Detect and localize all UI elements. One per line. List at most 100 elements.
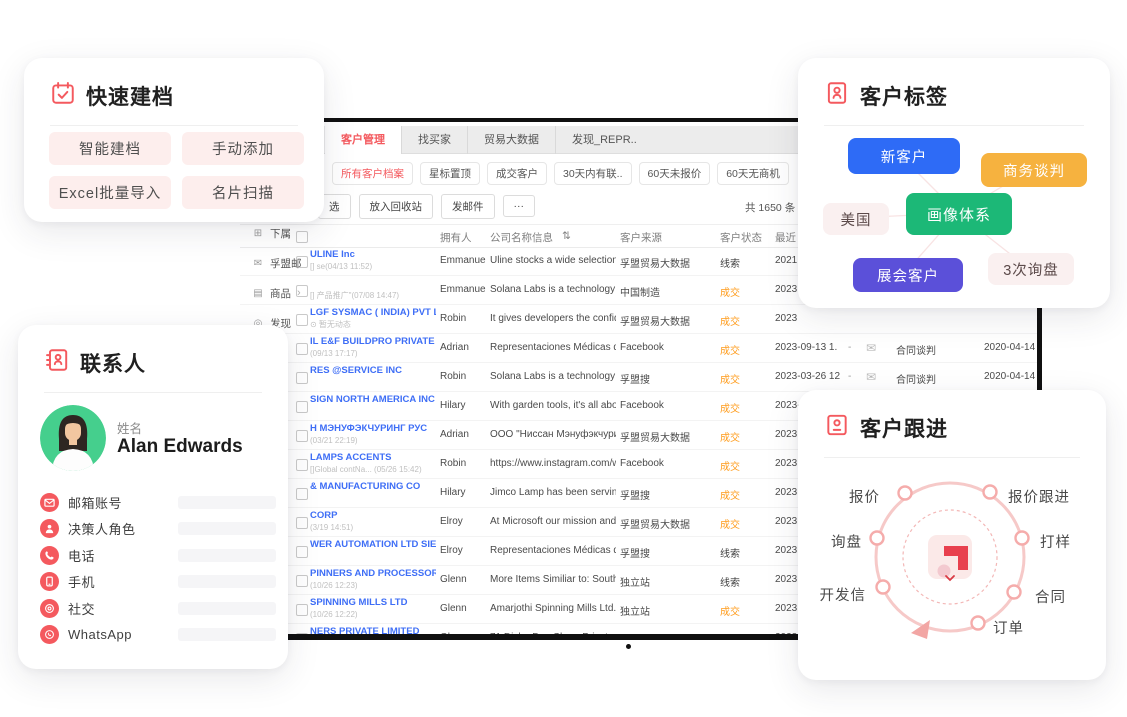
filter-tab[interactable]: 星标置顶 — [420, 162, 480, 185]
source-cell: 中国制造 — [620, 284, 716, 299]
company-info-cell: ООО "Ниссан Мэнуфэкчуринг.. — [490, 429, 616, 440]
company-link[interactable]: LGF SYSMAC ( INDIA) PVT LTD — [310, 307, 436, 319]
crm-tab[interactable]: 贸易大数据 — [467, 126, 555, 154]
row-checkbox[interactable] — [296, 604, 308, 616]
company-activity: (3/19 14:51) — [310, 522, 436, 533]
filter-tab[interactable]: 60天未报价 — [639, 162, 711, 185]
source-cell: 孚盟搜 — [620, 487, 716, 502]
mail-icon[interactable]: ✉ — [866, 370, 882, 384]
sidebar-item[interactable]: ⊞ 下属 — [252, 226, 308, 240]
mail-icon[interactable]: ✉ — [866, 341, 882, 355]
source-cell: 独立站 — [620, 603, 716, 618]
company-cell: NERS PRIVATE LIMITED客户报价，开票认.. (04/10 12… — [310, 626, 436, 634]
owner-cell: Glenn — [440, 632, 486, 634]
source-cell: Facebook — [620, 458, 716, 469]
row-checkbox[interactable] — [296, 633, 308, 634]
tag-profile-system[interactable]: 画像体系 — [906, 193, 1012, 235]
crm-tab[interactable]: 发现_REPR.. — [555, 126, 653, 154]
field-value-bar[interactable] — [178, 522, 276, 535]
source-cell: Facebook — [620, 400, 716, 411]
contact-book-icon — [44, 347, 70, 378]
follow-step-label: 报价 — [849, 486, 880, 507]
company-cell: RES @SERVICE INC — [310, 365, 436, 388]
field-label: 手机 — [68, 572, 169, 591]
sidebar-item-icon: ⊞ — [252, 228, 264, 239]
company-cell: SPINNING MILLS LTD(10/26 12:22) — [310, 597, 436, 620]
tag-new-customer[interactable]: 新客户 — [848, 138, 960, 174]
sidebar-item[interactable]: ✉ 孚盟邮 — [252, 256, 308, 270]
excel-import-button[interactable]: Excel批量导入 — [49, 176, 171, 209]
field-value-bar[interactable] — [178, 549, 276, 562]
row-checkbox[interactable] — [296, 546, 308, 558]
row-checkbox[interactable] — [296, 459, 308, 471]
tag-3-inquiries[interactable]: 3次询盘 — [988, 253, 1074, 285]
contact-card: 联系人 姓名 Alan Edwards 邮箱账号 决策人角色 — [18, 325, 288, 669]
company-info-cell: 71 Disha Dye Chem Private Lim.. — [490, 632, 616, 634]
row-checkbox[interactable] — [296, 401, 308, 413]
company-link[interactable]: SIGN NORTH AMERICA INC — [310, 394, 436, 406]
source-cell: 孚盟贸易大数据 — [620, 429, 716, 444]
divider — [44, 392, 262, 393]
toolbar-button[interactable]: 发邮件 — [441, 194, 495, 219]
sidebar-item[interactable]: ▤ 商品 › — [252, 286, 308, 300]
status-badge: 成交 — [720, 487, 762, 502]
manual-add-button[interactable]: 手动添加 — [182, 132, 304, 165]
card-scan-button[interactable]: 名片扫描 — [182, 176, 304, 209]
divider — [50, 125, 298, 126]
company-link[interactable]: ULINE Inc — [310, 249, 436, 261]
column-source: 客户来源 — [620, 230, 662, 245]
owner-cell: Emmanuel — [440, 255, 486, 266]
status-badge: 成交 — [720, 313, 762, 328]
row-checkbox[interactable] — [296, 517, 308, 529]
field-label: 社交 — [68, 599, 169, 618]
toolbar-button[interactable]: 放入回收站 — [359, 194, 434, 219]
company-link[interactable]: PINNERS AND PROCESSORS — [310, 568, 436, 580]
tag-business-negotiation[interactable]: 商务谈判 — [981, 153, 1087, 187]
social-icon — [40, 599, 59, 618]
row-checkbox[interactable] — [296, 575, 308, 587]
field-value-bar[interactable] — [178, 496, 276, 509]
tag-usa[interactable]: 美国 — [823, 203, 889, 235]
company-info-cell: At Microsoft our mission and va.. — [490, 516, 616, 527]
status-badge: 成交 — [720, 342, 762, 357]
field-value-bar[interactable] — [178, 575, 276, 588]
tag-exhibition-customer[interactable]: 展会客户 — [853, 258, 963, 292]
filter-tab[interactable]: 30天内有联.. — [554, 162, 632, 185]
field-value-bar[interactable] — [178, 602, 276, 615]
company-activity: (03/21 22:19) — [310, 435, 436, 446]
row-checkbox[interactable] — [296, 372, 308, 384]
field-value-bar[interactable] — [178, 628, 276, 641]
row-checkbox[interactable] — [296, 430, 308, 442]
row-checkbox[interactable] — [296, 488, 308, 500]
company-link[interactable]: NERS PRIVATE LIMITED — [310, 626, 436, 634]
sort-icon[interactable]: ⇅ — [562, 230, 571, 242]
customer-tags-card: 客户标签 新客户 商务谈判 美国 画像体系 展会客户 3次询盘 — [798, 58, 1110, 308]
owner-cell: Hilary — [440, 487, 486, 498]
crm-tab[interactable]: 客户管理 — [325, 126, 401, 154]
company-link[interactable]: & MANUFACTURING CO — [310, 481, 436, 493]
source-cell: 独立站 — [620, 574, 716, 589]
toolbar-button[interactable]: ··· — [503, 195, 536, 217]
smart-create-button[interactable]: 智能建档 — [49, 132, 171, 165]
filter-tab[interactable]: 成交客户 — [487, 162, 547, 185]
crm-tab[interactable]: 找买家 — [401, 126, 467, 154]
company-link[interactable]: RES @SERVICE INC — [310, 365, 436, 377]
company-link[interactable]: IL E&F BUILDPRO PRIVATE LIMITED — [310, 336, 436, 348]
sidebar-item-icon: ✉ — [252, 258, 264, 269]
filter-tab[interactable]: 所有客户档案 — [332, 162, 413, 185]
status-badge: 成交 — [720, 284, 762, 299]
company-link[interactable]: LAMPS ACCENTS — [310, 452, 436, 464]
company-link[interactable]: Н МЭНУФЭКЧУРИНГ РУС — [310, 423, 436, 435]
company-activity: (10/26 12:23) — [310, 580, 436, 591]
follow-step-label: 询盘 — [831, 531, 862, 552]
field-mobile: 手机 — [40, 569, 276, 596]
company-link[interactable]: SPINNING MILLS LTD — [310, 597, 436, 609]
company-link[interactable]: WER AUTOMATION LTD SIEME — [310, 539, 436, 551]
row-checkbox[interactable] — [296, 343, 308, 355]
stage-date-cell: 2020-04-14 16:3 — [984, 371, 1036, 382]
company-link[interactable]: CORP — [310, 510, 436, 522]
name-label: 姓名 — [117, 418, 142, 437]
stage-cell: 合同谈判 — [896, 371, 958, 386]
table-row: LGF SYSMAC ( INDIA) PVT LTD⊙ 暂无动态 Robin … — [240, 305, 1037, 334]
filter-tab[interactable]: 60天无商机 — [717, 162, 789, 185]
